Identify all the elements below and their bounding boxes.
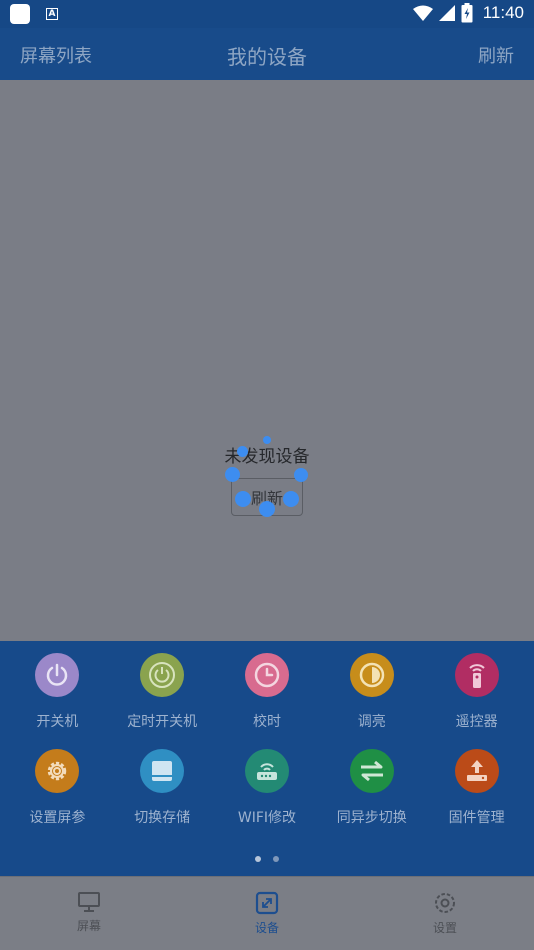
nav-label: 屏幕: [76, 919, 101, 933]
selection-handle[interactable]: [225, 467, 240, 482]
selection-handle[interactable]: [294, 468, 308, 482]
app-notification-icon: [10, 4, 30, 24]
function-label: 固件管理: [448, 810, 505, 826]
function-grid: 开关机 定时开关机 校时 调亮 遥控器 设置屏参 切换存储 WIFI修改 同异步…: [5, 653, 529, 827]
header-refresh-button[interactable]: 刷新: [478, 42, 514, 68]
gear-icon: [35, 749, 80, 793]
nav-screen[interactable]: 屏幕: [0, 877, 178, 950]
sync-mode-button[interactable]: 同异步切换: [319, 749, 424, 827]
monitor-icon: [78, 892, 100, 912]
device-icon: [255, 891, 279, 915]
function-label: 校时: [252, 714, 281, 730]
power-button[interactable]: 开关机: [5, 653, 110, 731]
clock-icon: [244, 653, 289, 697]
function-panel: 开关机 定时开关机 校时 调亮 遥控器 设置屏参 切换存储 WIFI修改 同异步…: [0, 641, 534, 876]
function-label: 调亮: [357, 714, 386, 730]
brightness-icon: [349, 653, 394, 697]
function-label: WIFI修改: [237, 810, 297, 826]
page-dot-active[interactable]: [255, 856, 261, 862]
brightness-button[interactable]: 调亮: [319, 653, 424, 731]
function-label: 开关机: [36, 714, 79, 730]
switch-storage-button[interactable]: 切换存储: [110, 749, 215, 827]
signal-icon: [438, 5, 455, 21]
selection-handle[interactable]: [237, 446, 248, 457]
power-icon: [35, 653, 80, 697]
nav-label: 设置: [432, 921, 457, 935]
page-indicator: [0, 856, 534, 862]
router-icon: [244, 749, 289, 793]
timer-power-icon: [140, 653, 185, 697]
settings-icon: [435, 893, 455, 913]
upload-icon: [454, 749, 499, 793]
selection-handle[interactable]: [283, 491, 299, 507]
selection-handle[interactable]: [259, 501, 275, 517]
wifi-icon: [412, 5, 433, 21]
function-label: 遥控器: [455, 714, 498, 730]
time-sync-button[interactable]: 校时: [215, 653, 320, 731]
nav-label: 设备: [254, 921, 279, 935]
remote-icon: [454, 653, 499, 697]
nav-device[interactable]: 设备: [178, 877, 356, 950]
app-header: 屏幕列表 我的设备 刷新: [0, 28, 534, 80]
text-notification-icon: A: [46, 8, 58, 20]
firmware-management-button[interactable]: 固件管理: [424, 749, 529, 827]
storage-icon: [140, 749, 185, 793]
wifi-settings-button[interactable]: WIFI修改: [215, 749, 320, 827]
function-label: 设置屏参: [29, 810, 86, 826]
status-bar: A 11:40: [0, 0, 534, 28]
bottom-nav: 屏幕 设备 设置: [0, 876, 534, 950]
function-label: 定时开关机: [127, 714, 198, 730]
selection-handle[interactable]: [235, 491, 251, 507]
empty-state-text: 未发现设备: [224, 447, 310, 467]
function-label: 同异步切换: [336, 810, 407, 826]
page-dot[interactable]: [273, 856, 279, 862]
selection-handle[interactable]: [263, 436, 271, 444]
nav-settings[interactable]: 设置: [356, 877, 534, 950]
timer-power-button[interactable]: 定时开关机: [110, 653, 215, 731]
sync-switch-icon: [349, 749, 394, 793]
battery-icon: [461, 3, 473, 23]
screen-params-button[interactable]: 设置屏参: [5, 749, 110, 827]
remote-control-button[interactable]: 遥控器: [424, 653, 529, 731]
status-time: 11:40: [482, 3, 524, 22]
page-title: 我的设备: [227, 45, 307, 69]
device-list-area: 未发现设备 刷新: [0, 80, 534, 641]
function-label: 切换存储: [134, 810, 191, 826]
